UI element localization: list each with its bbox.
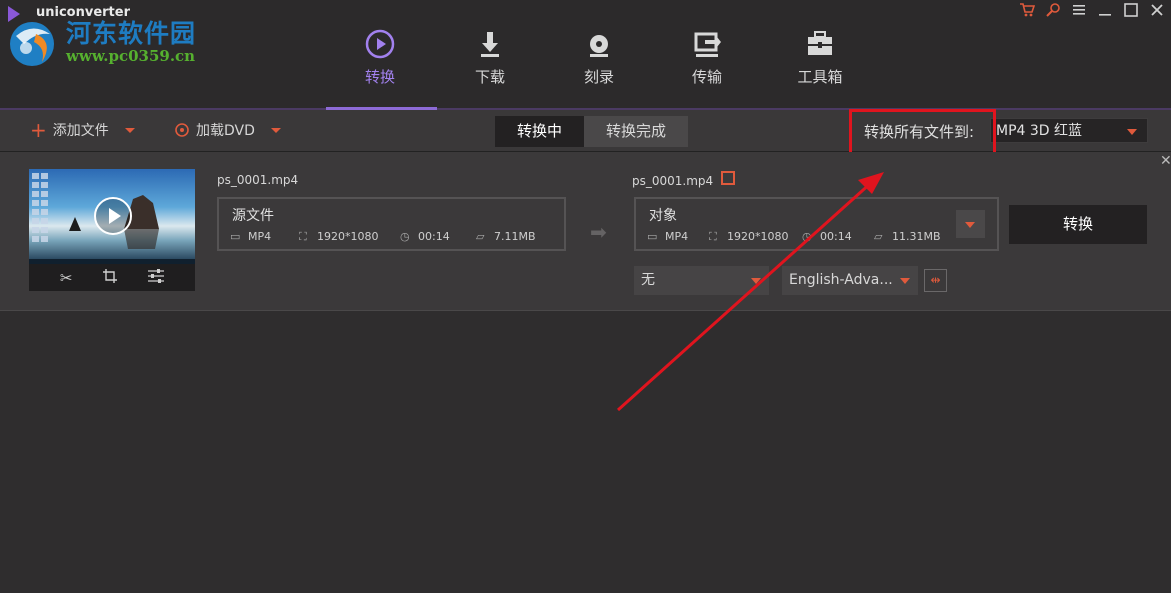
tab-convert-label: 转换: [364, 68, 395, 86]
tab-burn[interactable]: 刻录: [559, 28, 639, 87]
convert-icon: [365, 29, 395, 59]
chevron-down-icon[interactable]: [270, 127, 281, 133]
source-duration-value: 00:14: [418, 230, 450, 243]
chevron-down-icon: [1127, 129, 1137, 135]
watermark-url: www.pc0359.cn: [66, 47, 196, 65]
target-file-name: ps_0001.mp4: [632, 174, 714, 188]
folder-icon: ▱: [874, 229, 883, 243]
status-segmented-control: 转换中 转换完成: [495, 116, 689, 147]
target-format-dropdown[interactable]: [956, 210, 985, 238]
tab-download[interactable]: 下载: [450, 28, 530, 87]
maximize-icon[interactable]: [1123, 2, 1139, 18]
chevron-down-icon: [751, 278, 761, 284]
audio-track-select[interactable]: English-Adva...: [782, 266, 918, 295]
target-duration-value: 00:14: [820, 230, 852, 243]
disc-icon: [175, 123, 189, 137]
tab-transfer-label: 传输: [691, 68, 722, 86]
scissors-icon[interactable]: ✂: [60, 269, 73, 287]
audio-track-value: English-Adva...: [789, 272, 893, 288]
target-label: 对象: [649, 208, 677, 224]
minimize-icon[interactable]: [1097, 2, 1113, 18]
arrow-right-icon: ➡: [590, 220, 607, 244]
merge-icon[interactable]: ⇹: [924, 269, 947, 292]
watermark-site-name: 河东软件园: [66, 19, 197, 48]
crop-icon[interactable]: [103, 268, 118, 287]
close-icon[interactable]: [1149, 2, 1165, 18]
download-icon: [481, 32, 499, 57]
output-format-value: MP4 3D 红蓝: [996, 123, 1083, 139]
target-format: ▭ MP4: [647, 230, 688, 243]
highlight-box: [849, 109, 996, 156]
film-icon: ▭: [230, 229, 241, 243]
target-duration: ◷ 00:14: [802, 230, 852, 243]
edit-icon[interactable]: [721, 171, 735, 185]
add-file-button[interactable]: + 添加文件: [30, 120, 135, 140]
tab-burn-label: 刻录: [583, 68, 614, 86]
film-icon: ▭: [647, 229, 658, 243]
target-size-value: 11.31MB: [892, 230, 941, 243]
cart-icon[interactable]: [1019, 2, 1036, 18]
resolution-icon: ⛶: [709, 229, 717, 243]
source-size: ▱ 7.11MB: [476, 230, 536, 243]
burn-disc-icon: [590, 35, 608, 57]
target-format-value: MP4: [665, 230, 689, 243]
tab-finished[interactable]: 转换完成: [584, 116, 689, 147]
tab-toolbox[interactable]: 工具箱: [780, 28, 860, 87]
source-resolution-value: 1920*1080: [317, 230, 379, 243]
chevron-down-icon[interactable]: [124, 127, 135, 133]
plus-icon: +: [30, 118, 47, 142]
search-icon[interactable]: [1045, 2, 1061, 18]
resolution-icon: ⛶: [299, 229, 307, 243]
folder-icon: ▱: [476, 229, 485, 243]
target-info-box: 对象 ▭ MP4 ⛶ 1920*1080 ◷ 00:14 ▱ 11.31MB: [634, 197, 999, 251]
source-resolution: ⛶ 1920*1080: [299, 230, 379, 243]
source-format: ▭ MP4: [230, 230, 271, 243]
load-dvd-label: 加载DVD: [196, 123, 255, 139]
target-resolution: ⛶ 1920*1080: [709, 230, 789, 243]
target-size: ▱ 11.31MB: [874, 230, 941, 243]
play-button[interactable]: [94, 197, 132, 235]
subtitle-value: 无: [641, 272, 655, 288]
source-size-value: 7.11MB: [494, 230, 536, 243]
source-label: 源文件: [232, 208, 274, 224]
tab-download-label: 下载: [474, 68, 505, 86]
clock-icon: ◷: [802, 229, 812, 243]
tab-transfer[interactable]: 传输: [667, 28, 747, 87]
transfer-icon: [694, 32, 721, 57]
source-duration: ◷ 00:14: [400, 230, 450, 243]
watermark-logo-icon: [10, 22, 54, 66]
source-file-name: ps_0001.mp4: [217, 173, 299, 187]
chevron-down-icon: [900, 278, 910, 284]
window-controls: [1019, 2, 1165, 18]
thumbnail-tools: ✂: [29, 264, 195, 291]
tab-converting[interactable]: 转换中: [495, 116, 585, 147]
file-row-divider: [0, 310, 1171, 311]
tab-convert[interactable]: 转换: [340, 28, 420, 87]
adjust-icon[interactable]: [148, 268, 165, 287]
toolbox-icon: [808, 31, 832, 55]
source-info-box: 源文件 ▭ MP4 ⛶ 1920*1080 ◷ 00:14 ▱ 7.11MB: [217, 197, 566, 251]
load-dvd-button[interactable]: 加载DVD: [174, 120, 281, 140]
clock-icon: ◷: [400, 229, 410, 243]
target-resolution-value: 1920*1080: [727, 230, 789, 243]
convert-button[interactable]: 转换: [1009, 205, 1147, 244]
output-format-select[interactable]: MP4 3D 红蓝: [990, 118, 1148, 143]
subtitle-select[interactable]: 无: [634, 266, 769, 295]
remove-file-icon[interactable]: ✕: [1160, 153, 1171, 169]
source-format-value: MP4: [248, 230, 272, 243]
tab-toolbox-label: 工具箱: [797, 68, 843, 86]
menu-icon[interactable]: [1071, 2, 1087, 18]
add-file-label: 添加文件: [52, 123, 109, 139]
